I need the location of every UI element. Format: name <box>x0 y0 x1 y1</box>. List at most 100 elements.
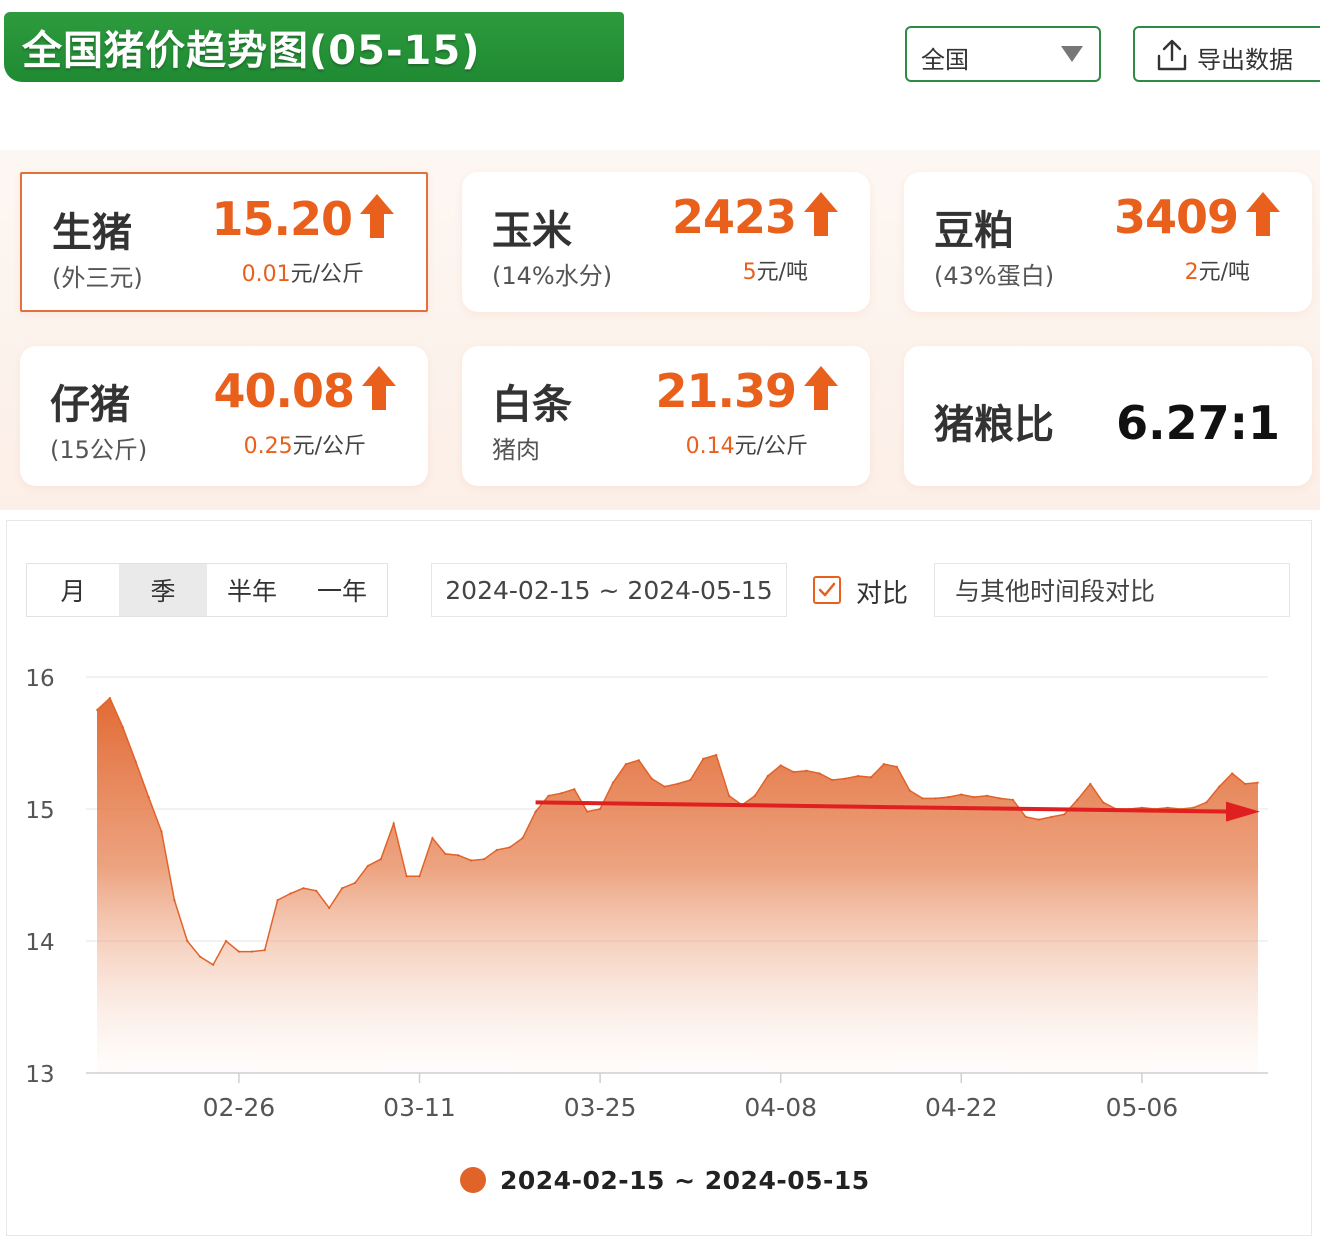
page-title: 全国猪价趋势图(05-15) <box>22 28 481 74</box>
x-tick-label: 05-06 <box>1106 1093 1179 1122</box>
data-point <box>1024 815 1028 819</box>
card-name: 豆粕 <box>934 208 1014 254</box>
data-point <box>1089 782 1092 786</box>
period-tab-month[interactable]: 月 <box>27 564 119 616</box>
card-change: 0.14元/公斤 <box>685 434 808 459</box>
data-point <box>366 864 370 867</box>
data-point <box>457 854 460 857</box>
legend-series-label: 2024-02-15 ~ 2024-05-15 <box>500 1165 870 1195</box>
y-tick-label: 16 <box>25 666 54 692</box>
data-point <box>792 770 795 774</box>
price-card-piglet[interactable]: 仔猪 (15公斤) 40.08 0.25元/公斤 <box>20 346 428 486</box>
card-price: 3409 <box>1113 190 1239 244</box>
data-point <box>392 822 395 825</box>
card-sub: (43%蛋白) <box>934 262 1055 290</box>
card-sub: 猪肉 <box>492 436 540 464</box>
data-point <box>895 765 898 768</box>
card-price: 21.39 <box>655 364 797 418</box>
up-arrow-icon <box>1246 192 1280 236</box>
chart-legend[interactable]: 2024-02-15 ~ 2024-05-15 <box>460 1162 870 1198</box>
data-point <box>95 708 99 712</box>
data-point <box>160 830 163 833</box>
data-point <box>973 795 976 799</box>
card-price: 15.20 <box>211 192 353 246</box>
data-point <box>482 858 486 861</box>
ratio-card-hog-grain[interactable]: 猪粮比 6.27:1 <box>904 346 1312 486</box>
data-point <box>960 793 963 796</box>
date-range-picker[interactable]: 2024-02-15 ~ 2024-05-15 <box>431 563 787 617</box>
card-sub: (15公斤) <box>50 436 148 464</box>
card-change: 2元/吨 <box>1184 260 1250 285</box>
data-point <box>985 794 989 797</box>
price-card-live-hog[interactable]: 生猪 (外三元) 15.20 0.01元/公斤 <box>20 172 428 312</box>
period-tab-quarter[interactable]: 季 <box>119 564 207 616</box>
series-area <box>95 696 1260 1073</box>
price-card-corn[interactable]: 玉米 (14%水分) 2423 5元/吨 <box>462 172 870 312</box>
card-name: 白条 <box>492 382 572 428</box>
data-point <box>521 836 524 840</box>
card-change: 0.25元/公斤 <box>243 434 366 459</box>
price-trend-chart: 13 14 15 16 02-26 03-11 03-25 04-08 04-22 05-06 <box>25 666 1268 1122</box>
data-point <box>921 797 924 800</box>
card-change: 5元/吨 <box>742 260 808 285</box>
data-point <box>444 852 447 856</box>
up-arrow-icon <box>804 366 838 410</box>
data-point <box>560 792 563 795</box>
data-point <box>328 906 331 910</box>
period-tab-year[interactable]: 一年 <box>297 564 387 616</box>
data-point <box>727 794 731 797</box>
data-point <box>405 875 408 878</box>
card-name: 生猪 <box>52 210 132 256</box>
legend-swatch <box>460 1167 486 1193</box>
data-point <box>573 788 576 791</box>
data-point <box>766 774 769 778</box>
data-point <box>147 795 150 799</box>
data-point <box>637 759 640 762</box>
data-point <box>302 887 305 890</box>
data-point <box>650 777 653 780</box>
data-point <box>1256 781 1260 784</box>
card-name: 玉米 <box>492 208 572 254</box>
data-point <box>947 795 950 799</box>
data-point <box>805 769 808 772</box>
export-data-button[interactable]: 导出数据 <box>1133 26 1320 82</box>
card-name: 仔猪 <box>50 382 130 428</box>
region-select[interactable]: 全国 <box>905 26 1101 82</box>
checkmark-icon <box>818 582 836 597</box>
export-data-label: 导出数据 <box>1197 46 1293 74</box>
data-point <box>1037 818 1040 821</box>
title-banner: 全国猪价趋势图(05-15) <box>4 12 624 82</box>
card-price: 40.08 <box>213 364 355 418</box>
up-arrow-icon <box>362 366 396 410</box>
up-arrow-icon <box>360 194 394 238</box>
period-tab-half-year[interactable]: 半年 <box>207 564 297 616</box>
data-point <box>237 950 241 953</box>
data-point <box>586 810 589 813</box>
data-point <box>676 782 679 786</box>
data-point <box>1218 785 1221 788</box>
dropdown-triangle-icon <box>1061 46 1083 62</box>
data-point <box>495 848 499 852</box>
data-point <box>624 762 628 766</box>
data-point <box>469 859 473 862</box>
compare-label: 对比 <box>856 579 909 609</box>
price-card-carcass-pork[interactable]: 白条 猪肉 21.39 0.14元/公斤 <box>462 346 870 486</box>
data-point <box>1076 798 1079 801</box>
y-tick-label: 14 <box>25 930 54 956</box>
data-point <box>508 846 511 849</box>
data-point <box>1243 782 1247 786</box>
data-point <box>818 772 821 775</box>
data-point <box>753 794 757 797</box>
x-tick-label: 02-26 <box>203 1093 276 1122</box>
data-point <box>1063 813 1066 816</box>
data-point <box>1011 798 1015 801</box>
card-change: 0.01元/公斤 <box>241 262 364 287</box>
compare-period-input[interactable]: 与其他时间段对比 <box>934 563 1290 617</box>
card-sub: (14%水分) <box>492 262 613 290</box>
data-point <box>611 781 615 784</box>
price-card-soymeal[interactable]: 豆粕 (43%蛋白) 3409 2元/吨 <box>904 172 1312 312</box>
data-point <box>276 898 279 902</box>
y-tick-label: 15 <box>25 798 54 824</box>
compare-checkbox[interactable] <box>813 576 841 604</box>
data-point <box>134 760 137 763</box>
